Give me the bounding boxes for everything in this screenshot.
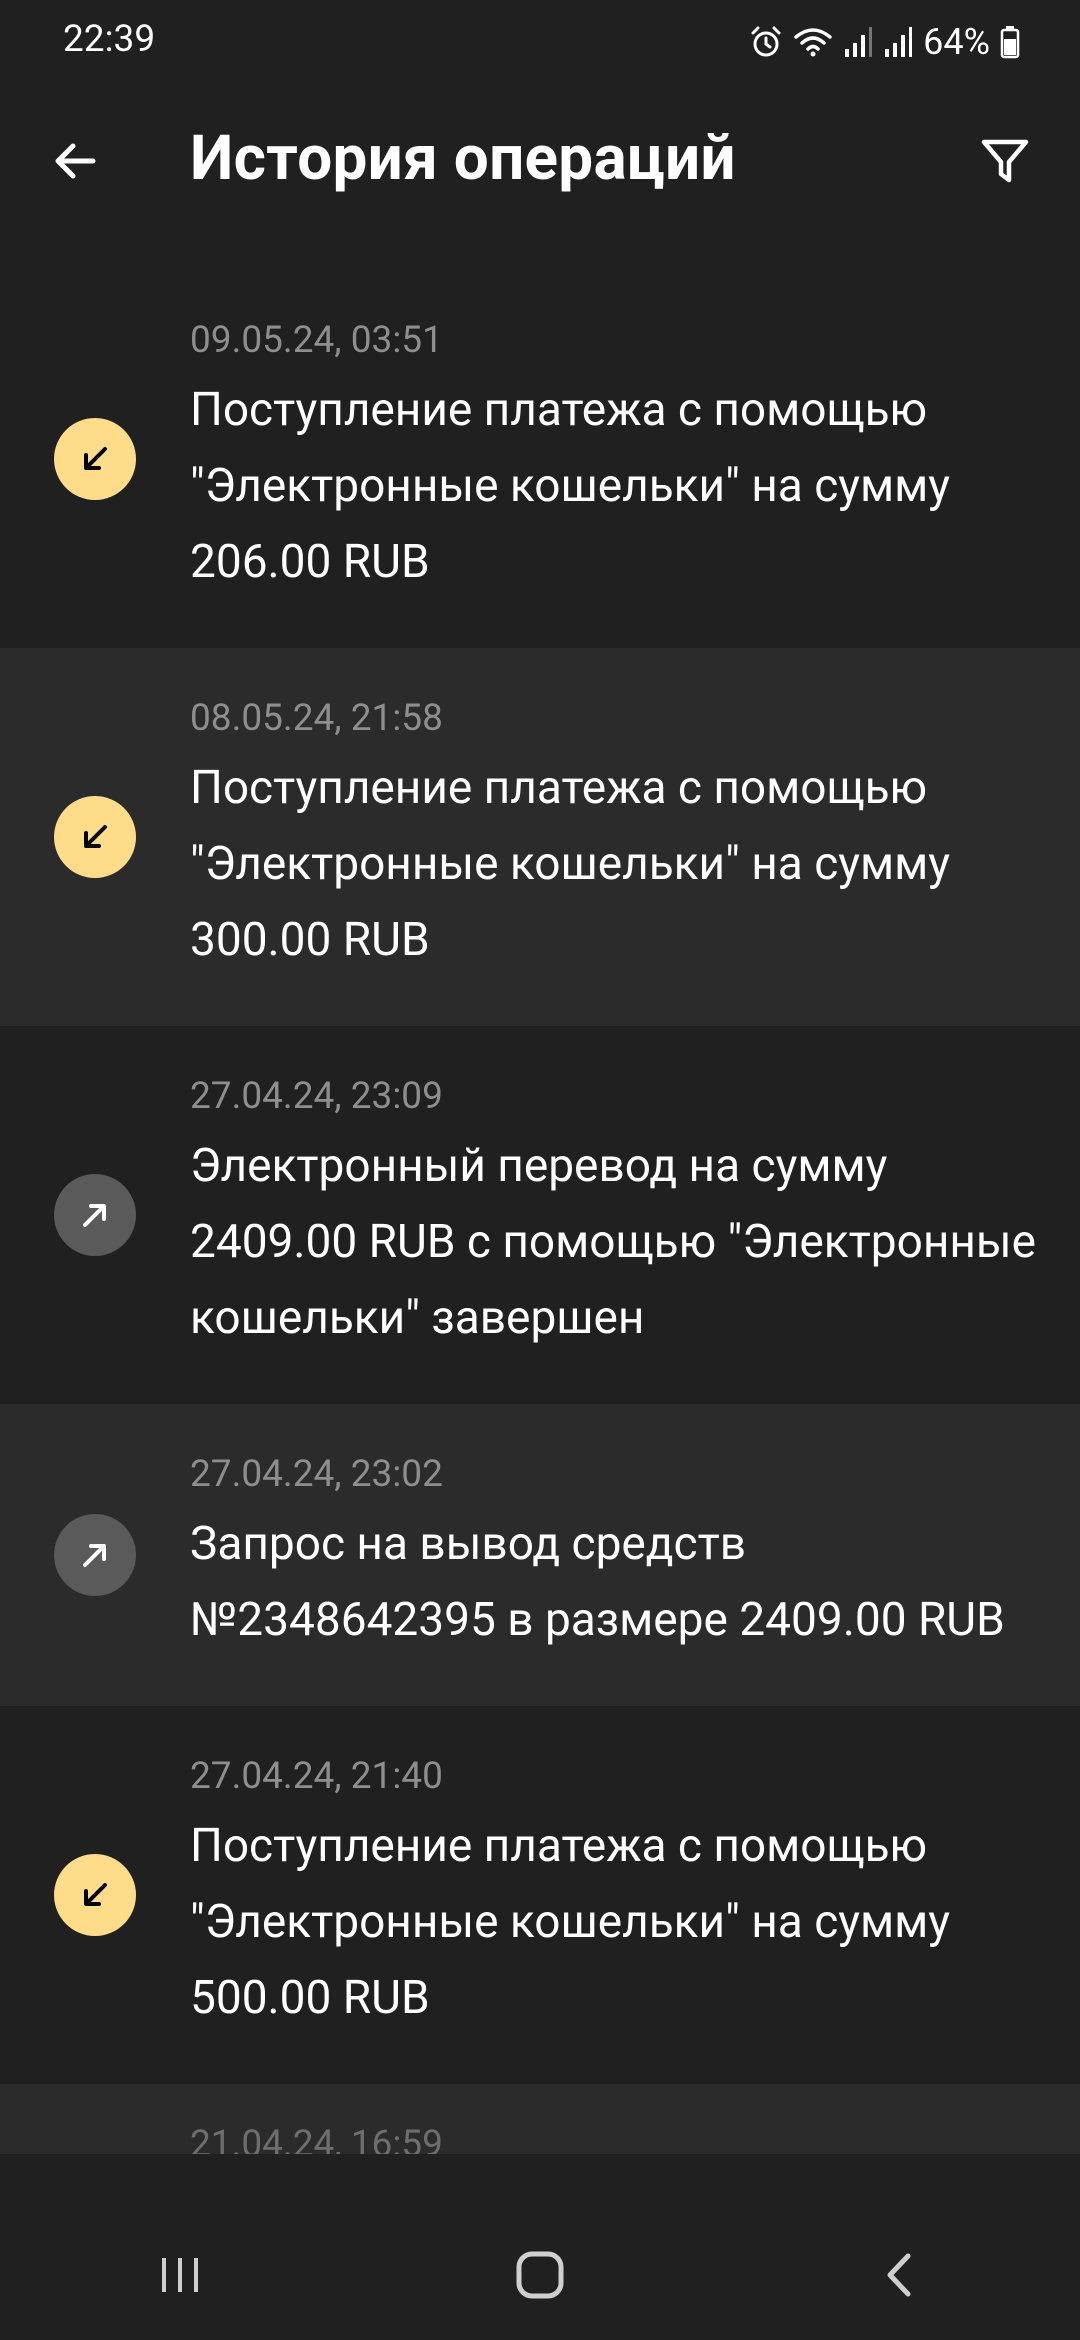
operation-description: Поступление платежа с помощью "Электронн… <box>190 761 951 967</box>
recents-button[interactable] <box>120 2230 240 2320</box>
signal-icon <box>843 25 873 59</box>
operation-item[interactable]: 27.04.24, 21:40 Поступление платежа с по… <box>0 1706 1080 2084</box>
home-icon <box>516 2251 564 2299</box>
incoming-arrow-icon <box>54 1854 136 1936</box>
app-bar: История операций <box>0 86 1080 236</box>
back-arrow-icon <box>55 143 96 179</box>
incoming-arrow-icon <box>54 418 136 500</box>
status-time: 22:39 <box>63 18 156 61</box>
system-nav-bar <box>0 2210 1080 2340</box>
operation-description: Запрос на вывод средств №2348642395 в ра… <box>190 1517 1005 1647</box>
operation-date: 27.04.24, 23:09 <box>190 1075 443 1118</box>
filter-button[interactable] <box>970 126 1040 196</box>
signal-icon-2 <box>883 25 913 59</box>
operation-item[interactable]: 27.04.24, 23:09 Электронный перевод на с… <box>0 1026 1080 1404</box>
home-button[interactable] <box>480 2230 600 2320</box>
operation-date: 27.04.24, 23:02 <box>190 1453 443 1496</box>
operation-item[interactable]: 08.05.24, 21:58 Поступление платежа с по… <box>0 648 1080 1026</box>
operation-date: 27.04.24, 21:40 <box>190 1755 443 1798</box>
wifi-icon <box>793 25 833 59</box>
status-bar: 22:39 64% <box>0 0 1080 86</box>
operations-list: 09.05.24, 03:51 Поступление платежа с по… <box>0 270 1080 2154</box>
filter-icon <box>981 139 1029 183</box>
incoming-arrow-icon <box>54 796 136 878</box>
battery-percent: 64% <box>923 21 990 63</box>
operation-item[interactable]: 21.04.24, 16:59 <box>0 2084 1080 2154</box>
operation-item[interactable]: 27.04.24, 23:02 Запрос на вывод средств … <box>0 1404 1080 1706</box>
back-button[interactable] <box>40 126 110 196</box>
nav-back-icon <box>887 2253 911 2297</box>
system-back-button[interactable] <box>840 2230 960 2320</box>
operation-date: 21.04.24, 16:59 <box>190 2123 443 2155</box>
operation-date: 09.05.24, 03:51 <box>190 319 443 362</box>
screen: 22:39 64% История операций 09.05.24, 03:… <box>0 0 1080 2340</box>
recents-icon <box>162 2258 198 2292</box>
battery-icon <box>1000 25 1020 59</box>
outgoing-arrow-icon <box>54 1514 136 1596</box>
operation-description: Поступление платежа с помощью "Электронн… <box>190 1819 951 2025</box>
status-icons: 64% <box>749 18 1020 66</box>
operation-date: 08.05.24, 21:58 <box>190 697 443 740</box>
outgoing-arrow-icon <box>54 1174 136 1256</box>
operation-item[interactable]: 09.05.24, 03:51 Поступление платежа с по… <box>0 270 1080 648</box>
alarm-icon <box>749 25 783 59</box>
operation-description: Электронный перевод на сумму 2409.00 RUB… <box>190 1139 1036 1345</box>
operation-description: Поступление платежа с помощью "Электронн… <box>190 383 951 589</box>
page-title: История операций <box>190 122 736 195</box>
